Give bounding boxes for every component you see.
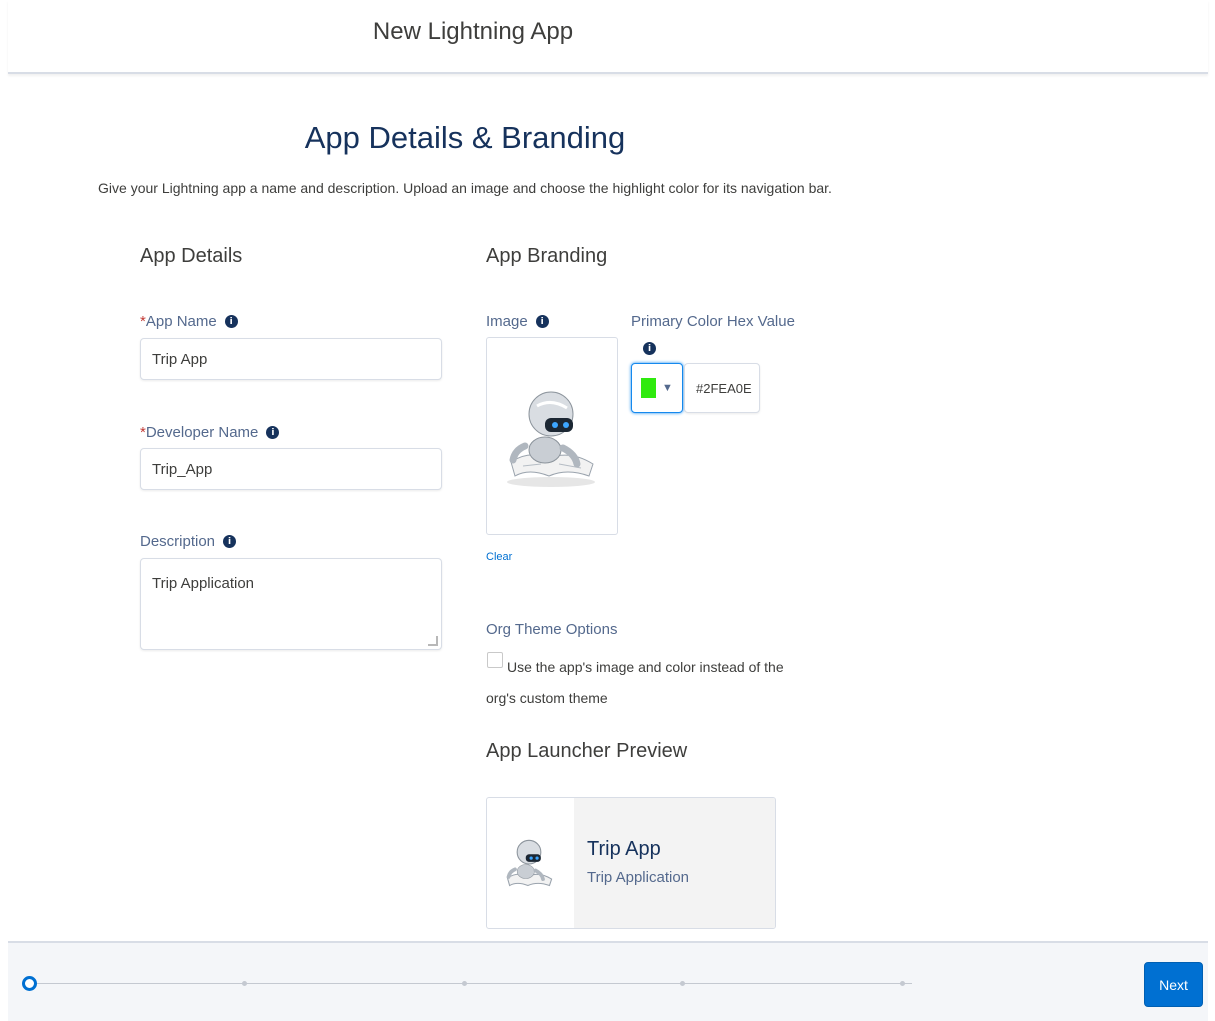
description-textarea[interactable]: Trip Application xyxy=(140,558,442,650)
developer-name-label: *Developer Name i xyxy=(140,424,280,441)
resize-grip-icon[interactable] xyxy=(428,636,438,646)
app-details-heading: App Details xyxy=(140,245,243,267)
modal-title: New Lightning App xyxy=(372,18,574,45)
launcher-preview-heading: App Launcher Preview xyxy=(486,740,688,762)
color-swatch xyxy=(641,378,657,398)
color-picker-button[interactable]: ▼ xyxy=(631,363,683,413)
app-branding-heading: App Branding xyxy=(486,245,608,267)
info-icon[interactable]: i xyxy=(643,342,656,355)
image-upload-box[interactable] xyxy=(486,337,618,535)
description-label-text: Description xyxy=(140,533,216,550)
app-launcher-preview-card: Trip App Trip Application xyxy=(486,797,776,929)
robot-mascot-icon xyxy=(506,839,553,887)
robot-mascot-icon xyxy=(507,391,595,487)
app-name-input[interactable]: Trip App xyxy=(140,338,442,380)
description-label: Description i xyxy=(140,533,237,550)
progress-step[interactable] xyxy=(242,981,247,986)
modal-footer: Next xyxy=(8,941,1208,1021)
preview-text-panel xyxy=(574,798,775,928)
progress-step-current[interactable] xyxy=(22,976,37,991)
modal-header: New Lightning App xyxy=(8,0,1208,74)
preview-app-description: Trip Application xyxy=(587,869,689,886)
section-title: App Details & Branding xyxy=(304,120,626,155)
info-icon[interactable]: i xyxy=(223,535,237,548)
preview-app-name: Trip App xyxy=(587,838,661,860)
developer-name-label-text: Developer Name xyxy=(145,424,259,441)
developer-name-input[interactable]: Trip_App xyxy=(140,448,442,490)
image-label: Image i xyxy=(486,313,549,330)
org-theme-checkbox[interactable] xyxy=(487,652,503,668)
next-button[interactable]: Next xyxy=(1144,962,1203,1007)
clear-image-link[interactable]: Clear xyxy=(486,551,512,563)
info-icon[interactable]: i xyxy=(535,315,549,328)
org-theme-checkbox-text: Use the app's image and color instead of… xyxy=(486,659,784,706)
info-icon[interactable]: i xyxy=(266,426,280,439)
primary-color-label: Primary Color Hex Value xyxy=(631,313,795,330)
app-name-label: *App Name i xyxy=(140,313,238,330)
section-subtitle: Give your Lightning app a name and descr… xyxy=(98,180,832,196)
progress-step[interactable] xyxy=(462,981,467,986)
image-label-text: Image xyxy=(486,313,528,330)
progress-track xyxy=(30,983,912,984)
app-name-label-text: App Name xyxy=(145,313,217,330)
progress-step[interactable] xyxy=(680,981,685,986)
info-icon[interactable]: i xyxy=(224,315,238,328)
org-theme-label: Org Theme Options xyxy=(486,621,618,638)
hex-color-input[interactable]: #2FEA0E xyxy=(684,363,760,413)
description-text: Trip Application xyxy=(152,575,254,592)
progress-step[interactable] xyxy=(900,981,905,986)
chevron-down-icon: ▼ xyxy=(662,382,673,394)
